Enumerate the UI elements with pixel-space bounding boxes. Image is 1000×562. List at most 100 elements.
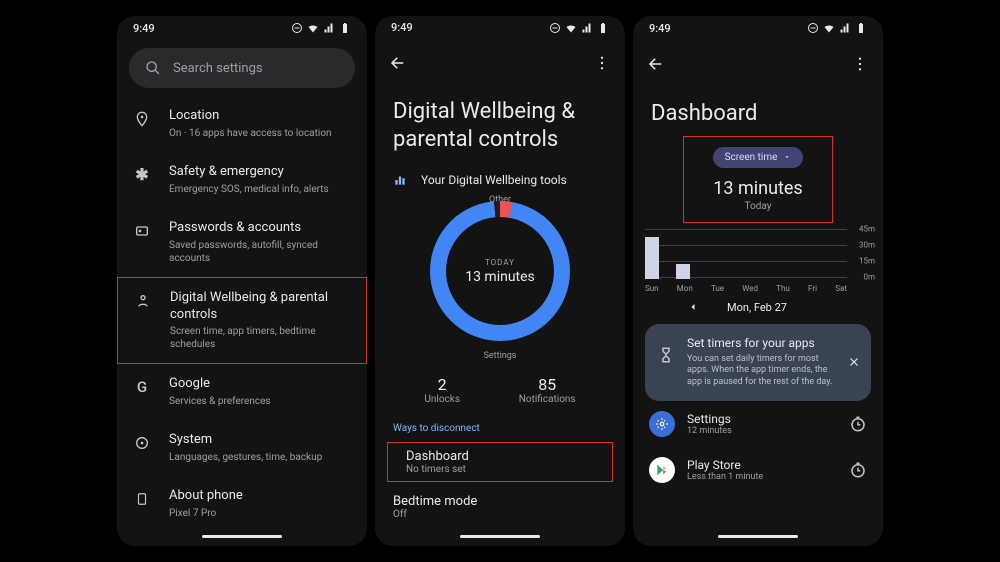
- x-tick: Sat: [835, 284, 847, 293]
- status-time: 9:49: [649, 22, 671, 35]
- search-icon: [145, 60, 161, 76]
- app-row-settings[interactable]: Settings 12 minutes: [633, 401, 883, 447]
- nav-bar[interactable]: [633, 526, 883, 546]
- dashboard-screen: 9:49 Dashboard Screen time 13 minutes To…: [633, 16, 883, 546]
- item-title: About phone: [169, 488, 351, 505]
- tip-body: You can set daily timers for most apps. …: [687, 354, 837, 389]
- current-date: Mon, Feb 27: [727, 301, 787, 314]
- dnd-icon: [807, 22, 819, 34]
- screen-time-value: 13 minutes: [704, 178, 812, 199]
- settings-list[interactable]: Location On · 16 apps have access to loc…: [117, 96, 367, 526]
- phone-icon: [133, 490, 151, 508]
- wifi-icon: [823, 22, 835, 34]
- settings-item-location[interactable]: Location On · 16 apps have access to loc…: [117, 96, 367, 152]
- x-tick: Mon: [677, 284, 693, 293]
- dashboard-item[interactable]: Dashboard No timers set: [387, 442, 613, 482]
- bars: [645, 229, 847, 279]
- emergency-icon: ✱: [133, 166, 151, 184]
- system-icon: [133, 434, 151, 452]
- search-settings[interactable]: Search settings: [129, 48, 355, 88]
- item-title: Dashboard: [406, 449, 594, 464]
- metric-chip[interactable]: Screen time: [713, 147, 804, 168]
- item-sub: Languages, gestures, time, backup: [169, 451, 351, 464]
- status-bar: 9:49: [117, 16, 367, 40]
- stat-label: Notifications: [519, 394, 576, 405]
- stat-value: 2: [424, 375, 460, 394]
- chevron-left-icon[interactable]: [687, 301, 699, 313]
- status-time: 9:49: [391, 21, 413, 34]
- x-labels: Sun Mon Tue Wed Thu Fri Sat: [645, 284, 847, 293]
- bar-sun: [645, 237, 659, 279]
- settings-item-safety[interactable]: ✱ Safety & emergency Emergency SOS, medi…: [117, 152, 367, 208]
- timer-icon[interactable]: [849, 461, 867, 479]
- item-title: Digital Wellbeing & parental controls: [170, 290, 350, 324]
- x-tick: Wed: [742, 284, 758, 293]
- item-sub: Off: [393, 509, 607, 520]
- stat-unlocks[interactable]: 2 Unlocks: [424, 375, 460, 405]
- settings-item-passwords[interactable]: Passwords & accounts Saved passwords, au…: [117, 208, 367, 277]
- dnd-icon: [291, 22, 303, 34]
- stat-notifications[interactable]: 85 Notifications: [519, 375, 576, 405]
- playstore-app-icon: [649, 457, 675, 483]
- dnd-icon: [549, 22, 561, 34]
- settings-item-google[interactable]: G Google Services & preferences: [117, 364, 367, 420]
- back-icon[interactable]: [389, 54, 407, 72]
- nav-bar[interactable]: [117, 526, 367, 546]
- battery-icon: [597, 22, 609, 34]
- x-tick: Sun: [645, 284, 659, 293]
- item-title: Google: [169, 376, 351, 393]
- chevron-down-icon: [783, 153, 791, 161]
- bedtime-item[interactable]: Bedtime mode Off: [375, 488, 625, 526]
- app-time: Less than 1 minute: [687, 472, 837, 482]
- status-icons: [807, 22, 867, 34]
- app-name: Settings: [687, 412, 837, 426]
- y-tick: 15m: [859, 256, 875, 265]
- location-icon: [133, 110, 151, 128]
- y-tick: 0m: [863, 272, 875, 281]
- status-bar: 9:49: [633, 16, 883, 40]
- bar-mon: [676, 264, 690, 279]
- wellbeing-screen: 9:49 Digital Wellbeing & parental contro…: [375, 16, 625, 546]
- item-title: Bedtime mode: [393, 494, 607, 509]
- tip-card: Set timers for your apps You can set dai…: [645, 324, 871, 401]
- overflow-icon[interactable]: [851, 55, 869, 73]
- item-sub: Saved passwords, autofill, synced accoun…: [169, 239, 351, 265]
- item-title: Safety & emergency: [169, 164, 351, 181]
- page-title: Digital Wellbeing & parental controls: [375, 86, 625, 169]
- weekly-chart[interactable]: 45m 30m 15m 0m Sun Mon Tue Wed Thu: [633, 223, 883, 293]
- x-tick: Fri: [808, 284, 817, 293]
- y-tick: 45m: [859, 224, 875, 233]
- section-label: Your Digital Wellbeing tools: [421, 173, 567, 187]
- timer-icon[interactable]: [849, 415, 867, 433]
- y-tick: 30m: [859, 240, 875, 249]
- close-icon[interactable]: [847, 355, 861, 369]
- app-time: 12 minutes: [687, 426, 837, 436]
- settings-item-system[interactable]: System Languages, gestures, time, backup: [117, 420, 367, 476]
- donut-value: 13 minutes: [465, 269, 535, 285]
- overflow-icon[interactable]: [593, 54, 611, 72]
- back-icon[interactable]: [647, 55, 665, 73]
- app-row-playstore[interactable]: Play Store Less than 1 minute: [633, 447, 883, 493]
- usage-donut[interactable]: Other TODAY 13 minutes: [375, 197, 625, 347]
- item-sub: Screen time, app timers, bedtime schedul…: [170, 325, 350, 351]
- item-sub: On · 16 apps have access to location: [169, 127, 351, 140]
- item-sub: Emergency SOS, medical info, alerts: [169, 183, 351, 196]
- nav-bar[interactable]: [375, 526, 625, 546]
- section-header: Your Digital Wellbeing tools: [375, 169, 625, 197]
- tip-title: Set timers for your apps: [687, 336, 837, 350]
- item-title: System: [169, 432, 351, 449]
- signal-icon: [323, 22, 335, 34]
- signal-icon: [839, 22, 851, 34]
- item-sub: Services & preferences: [169, 395, 351, 408]
- item-sub: Pixel 7 Pro: [169, 507, 351, 520]
- settings-item-wellbeing[interactable]: Digital Wellbeing & parental controls Sc…: [117, 277, 367, 365]
- stat-label: Unlocks: [424, 394, 460, 405]
- page-title: Dashboard: [633, 88, 883, 136]
- battery-icon: [339, 22, 351, 34]
- status-time: 9:49: [133, 22, 155, 35]
- disconnect-header: Ways to disconnect: [375, 419, 625, 442]
- settings-item-about[interactable]: About phone Pixel 7 Pro: [117, 476, 367, 526]
- wellbeing-icon: [134, 292, 152, 310]
- chip-label: Screen time: [725, 152, 778, 163]
- screen-time-period: Today: [704, 201, 812, 212]
